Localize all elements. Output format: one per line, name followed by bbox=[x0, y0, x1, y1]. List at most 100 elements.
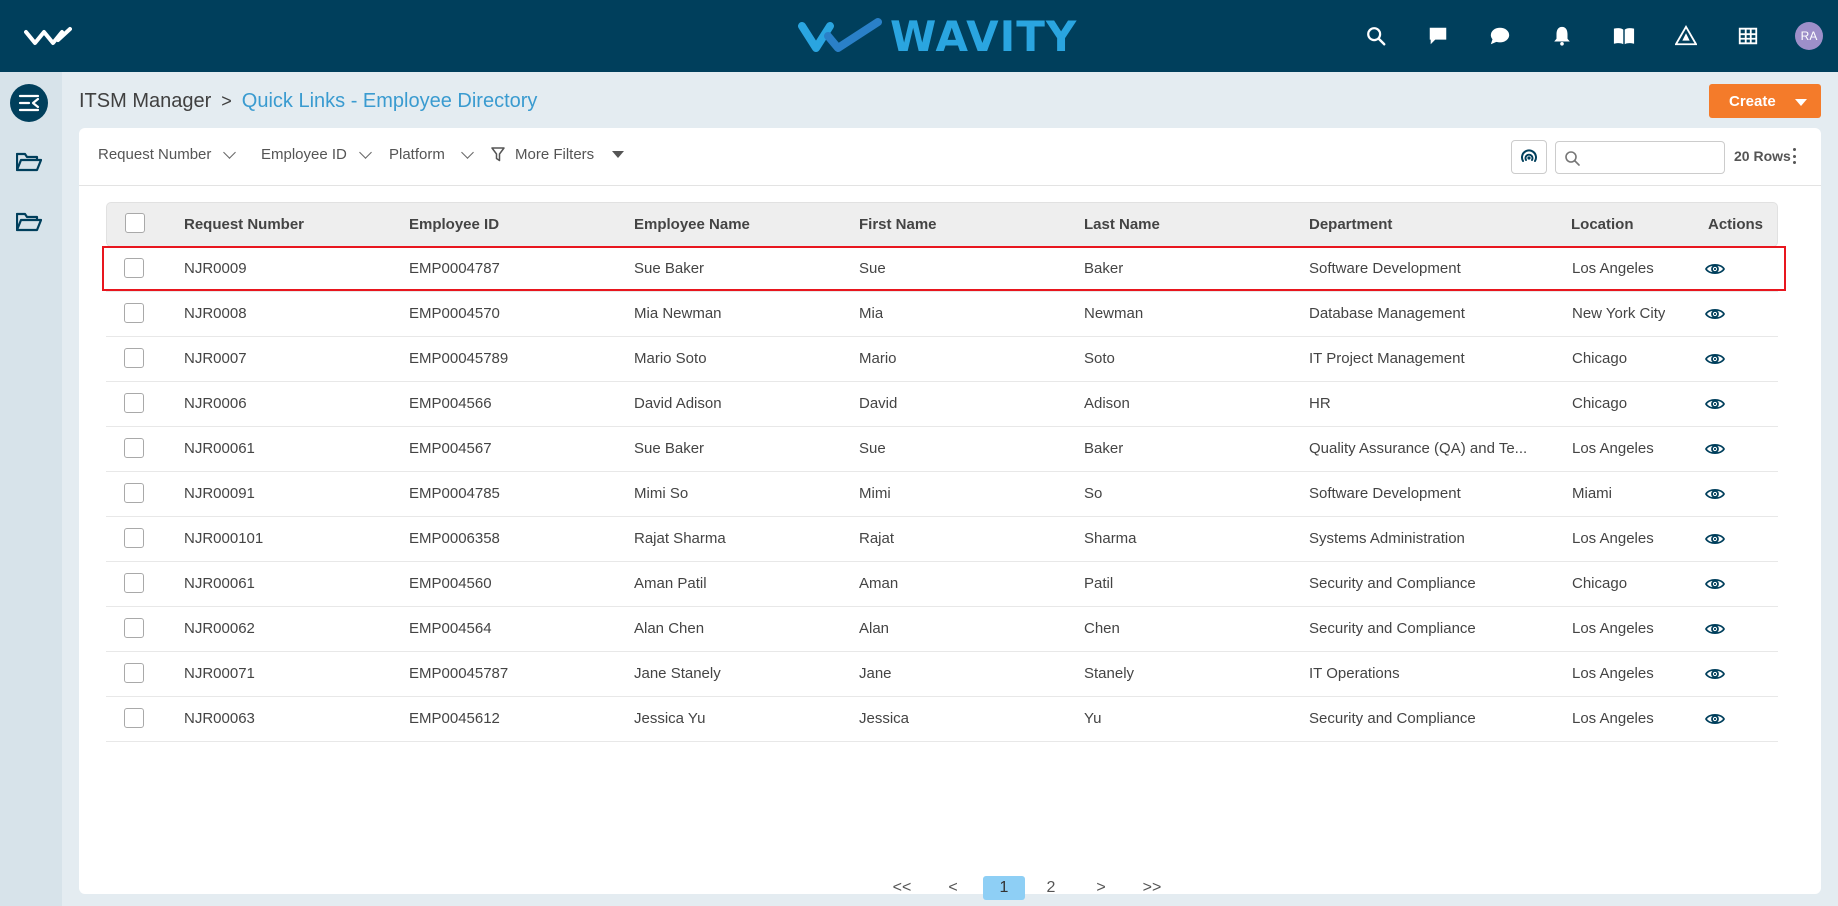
search-icon[interactable] bbox=[1345, 0, 1407, 72]
col-employee-name[interactable]: Employee Name bbox=[634, 216, 750, 233]
cell-department: IT Project Management bbox=[1309, 350, 1465, 367]
col-last-name[interactable]: Last Name bbox=[1084, 216, 1160, 233]
book-icon[interactable] bbox=[1593, 0, 1655, 72]
first-page-button[interactable]: << bbox=[887, 876, 917, 900]
view-eye-icon[interactable] bbox=[1705, 531, 1725, 547]
row-checkbox[interactable] bbox=[124, 258, 144, 278]
chat-icon[interactable] bbox=[1469, 0, 1531, 72]
table-row[interactable]: NJR00061 EMP004560 Aman Patil Aman Patil Secu… bbox=[106, 562, 1778, 607]
top-bar: WAVITY RA bbox=[0, 0, 1838, 72]
sidebar-collapse-button[interactable] bbox=[10, 84, 48, 122]
view-eye-icon[interactable] bbox=[1705, 261, 1725, 277]
select-all-checkbox[interactable] bbox=[125, 213, 145, 233]
view-eye-icon[interactable] bbox=[1705, 576, 1725, 592]
grid-icon[interactable] bbox=[1717, 0, 1779, 72]
bell-icon[interactable] bbox=[1531, 0, 1593, 72]
breadcrumb-root[interactable]: ITSM Manager bbox=[79, 90, 211, 113]
table-row[interactable]: NJR0006 EMP004566 David Adison David Adison H… bbox=[106, 382, 1778, 427]
table-row[interactable]: NJR000101 EMP0006358 Rajat Sharma Rajat Shar… bbox=[106, 517, 1778, 562]
filter-employee-id[interactable]: Employee ID bbox=[261, 145, 372, 163]
filter-platform[interactable]: Platform bbox=[389, 145, 474, 163]
view-eye-icon[interactable] bbox=[1705, 711, 1725, 727]
table-row[interactable]: NJR00062 EMP004564 Alan Chen Alan Chen Securi… bbox=[106, 607, 1778, 652]
col-department[interactable]: Department bbox=[1309, 216, 1392, 233]
brand-name: WAVITY bbox=[890, 11, 1078, 61]
view-eye-icon[interactable] bbox=[1705, 486, 1725, 502]
view-eye-icon[interactable] bbox=[1705, 351, 1725, 367]
page-1-button[interactable]: 1 bbox=[983, 876, 1025, 900]
view-eye-icon[interactable] bbox=[1705, 441, 1725, 457]
view-eye-icon[interactable] bbox=[1705, 396, 1725, 412]
cell-location: Los Angeles bbox=[1572, 620, 1654, 637]
cell-first-name: Jessica bbox=[859, 710, 910, 727]
cell-employee-name: Sue Baker bbox=[634, 440, 705, 457]
search-input[interactable] bbox=[1586, 146, 1718, 170]
more-options-icon[interactable] bbox=[1793, 148, 1797, 164]
cell-last-name: Adison bbox=[1084, 395, 1130, 412]
avatar[interactable]: RA bbox=[1795, 22, 1823, 50]
funnel-icon bbox=[491, 147, 505, 162]
cell-employee-id: EMP004564 bbox=[409, 620, 492, 637]
table-row[interactable]: NJR0007 EMP00045789 Mario Soto Mario Soto IT … bbox=[106, 337, 1778, 382]
cell-employee-id: EMP0004787 bbox=[409, 260, 500, 277]
row-checkbox[interactable] bbox=[124, 393, 144, 413]
view-eye-icon[interactable] bbox=[1705, 666, 1725, 682]
cell-location: Los Angeles bbox=[1572, 710, 1654, 727]
page-2-button[interactable]: 2 bbox=[1039, 876, 1063, 900]
table-row[interactable]: NJR00061 EMP004567 Sue Baker Sue Baker Qualit… bbox=[106, 427, 1778, 472]
row-checkbox[interactable] bbox=[124, 483, 144, 503]
message-icon[interactable] bbox=[1407, 0, 1469, 72]
view-eye-icon[interactable] bbox=[1705, 306, 1725, 322]
cell-employee-name: David Adison bbox=[634, 395, 722, 412]
create-button[interactable]: Create bbox=[1709, 84, 1821, 118]
table-row[interactable]: NJR00071 EMP00045787 Jane Stanely Jane Stane… bbox=[106, 652, 1778, 697]
folder-open-icon[interactable] bbox=[15, 210, 43, 234]
cell-last-name: So bbox=[1084, 485, 1103, 502]
saved-filter-button[interactable] bbox=[1511, 140, 1547, 174]
breadcrumb-current[interactable]: Quick Links - Employee Directory bbox=[242, 90, 538, 113]
cell-employee-id: EMP0004570 bbox=[409, 305, 500, 322]
create-dropdown-icon[interactable] bbox=[1795, 99, 1807, 106]
next-page-button[interactable]: > bbox=[1089, 876, 1113, 900]
table-row[interactable]: NJR0009 EMP0004787 Sue Baker Sue Baker Softwa… bbox=[106, 247, 1778, 292]
col-first-name[interactable]: First Name bbox=[859, 216, 937, 233]
row-checkbox[interactable] bbox=[124, 438, 144, 458]
cell-department: Database Management bbox=[1309, 305, 1465, 322]
view-eye-icon[interactable] bbox=[1705, 621, 1725, 637]
rows-per-page[interactable]: 20 Rows bbox=[1734, 148, 1791, 164]
cell-location: Chicago bbox=[1572, 575, 1628, 592]
cell-request-number: NJR000101 bbox=[184, 530, 264, 547]
folder-open-icon[interactable] bbox=[15, 150, 43, 174]
more-filters-button[interactable]: More Filters bbox=[491, 146, 625, 163]
table-header: Request Number Employee ID Employee Name… bbox=[106, 202, 1778, 247]
chevron-down-icon bbox=[460, 145, 474, 159]
filter-label: Platform bbox=[389, 146, 445, 163]
app-logo-icon[interactable] bbox=[24, 26, 72, 48]
row-checkbox[interactable] bbox=[124, 528, 144, 548]
prev-page-button[interactable]: < bbox=[941, 876, 965, 900]
row-checkbox[interactable] bbox=[124, 663, 144, 683]
cell-request-number: NJR00062 bbox=[184, 620, 255, 637]
col-request-number[interactable]: Request Number bbox=[184, 216, 304, 233]
table-row[interactable]: NJR0008 EMP0004570 Mia Newman Mia Newman Data… bbox=[106, 292, 1778, 337]
cell-employee-name: Aman Patil bbox=[634, 575, 707, 592]
search-field[interactable] bbox=[1555, 141, 1725, 174]
brand-logo: WAVITY bbox=[798, 11, 1078, 61]
cell-last-name: Baker bbox=[1084, 440, 1124, 457]
row-checkbox[interactable] bbox=[124, 618, 144, 638]
filter-request-number[interactable]: Request Number bbox=[98, 145, 237, 163]
col-location[interactable]: Location bbox=[1571, 216, 1634, 233]
col-employee-id[interactable]: Employee ID bbox=[409, 216, 499, 233]
row-checkbox[interactable] bbox=[124, 708, 144, 728]
cell-request-number: NJR0007 bbox=[184, 350, 247, 367]
warning-icon[interactable] bbox=[1655, 0, 1717, 72]
cell-location: Los Angeles bbox=[1572, 440, 1654, 457]
cell-request-number: NJR0009 bbox=[184, 260, 247, 277]
row-checkbox[interactable] bbox=[124, 303, 144, 323]
table-row[interactable]: NJR00091 EMP0004785 Mimi So Mimi So Software … bbox=[106, 472, 1778, 517]
row-checkbox[interactable] bbox=[124, 573, 144, 593]
last-page-button[interactable]: >> bbox=[1137, 876, 1167, 900]
row-checkbox[interactable] bbox=[124, 348, 144, 368]
table-row[interactable]: NJR00063 EMP0045612 Jessica Yu Jessica Yu Sec… bbox=[106, 697, 1778, 742]
cell-request-number: NJR00091 bbox=[184, 485, 255, 502]
